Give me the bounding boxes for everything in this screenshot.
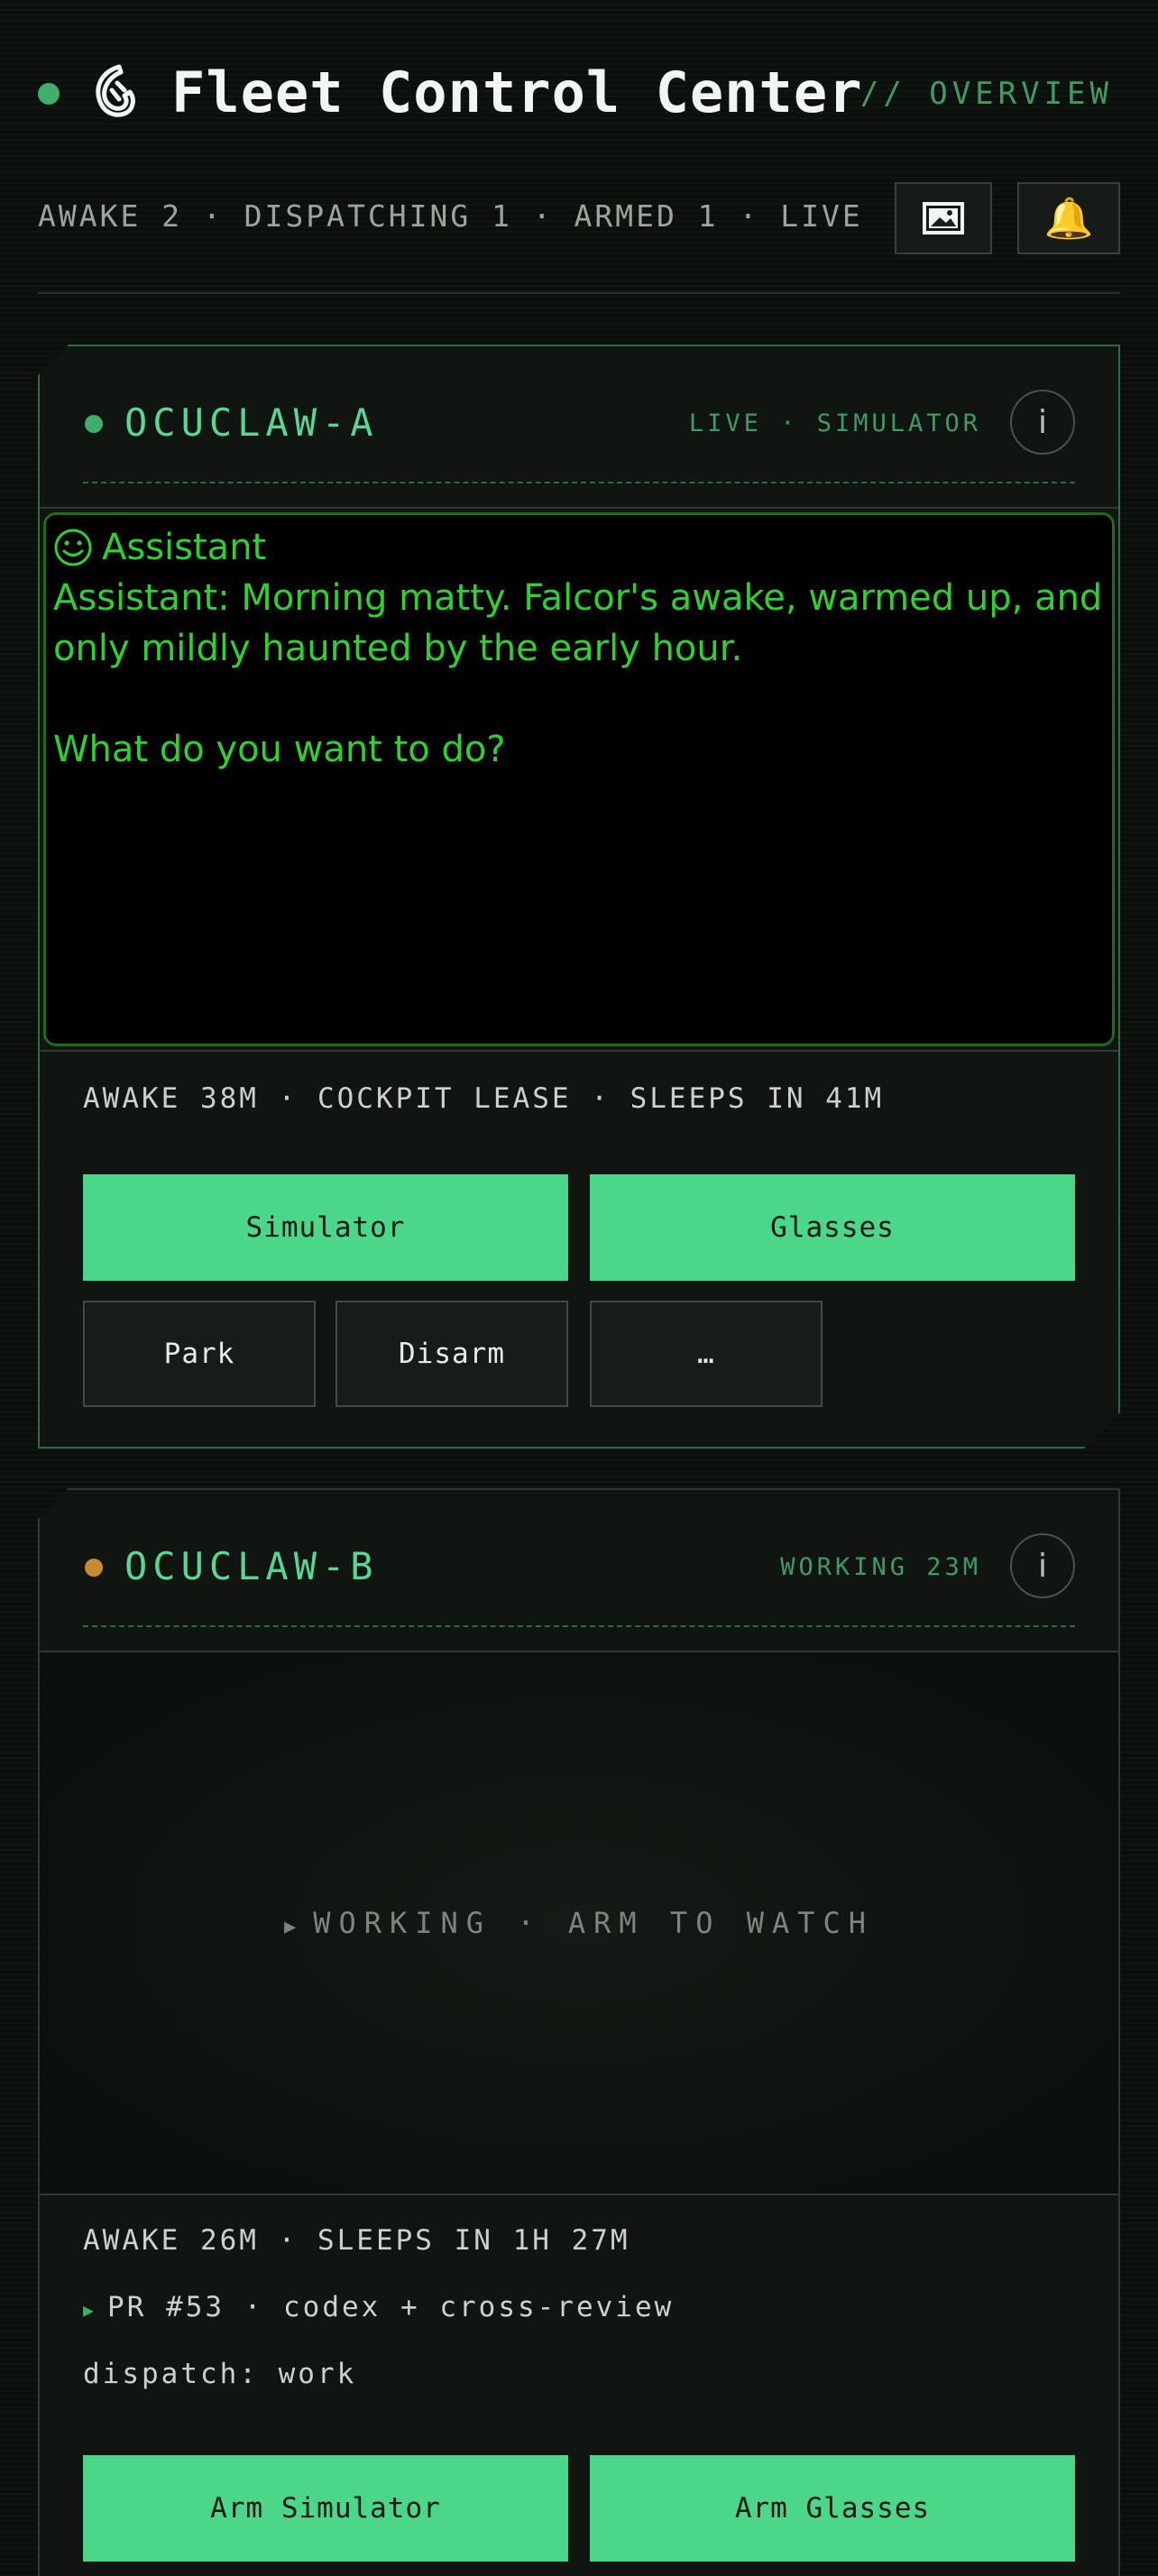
- device-status-meta: LIVE · SIMULATOR: [688, 409, 981, 437]
- idle-screen-placeholder: ▶ WORKING · ARM TO WATCH: [40, 1652, 1118, 2194]
- card-separator: [40, 1050, 1118, 1052]
- device-card-header: OCUCLAW-B WORKING 23M i: [83, 1490, 1075, 1627]
- page-title: Fleet Control Center: [171, 60, 863, 125]
- device-name: OCUCLAW-B: [124, 1544, 379, 1588]
- idle-message: ▶ WORKING · ARM TO WATCH: [283, 1906, 875, 1940]
- fleet-status-bar: AWAKE 2 · DISPATCHING 1 · ARMED 1 · LIVE…: [38, 180, 1120, 256]
- device-status-dot: [85, 1559, 103, 1577]
- card-separator: [40, 507, 1118, 509]
- park-button[interactable]: Park: [83, 1301, 316, 1407]
- card-separator: [40, 2194, 1118, 2195]
- current-task: ▶ PR #53 · codex + cross-review: [83, 2291, 675, 2323]
- connection-status-dot: [38, 83, 60, 105]
- app-header: Fleet Control Center // OVERVIEW: [38, 56, 1120, 132]
- simulator-button[interactable]: Simulator: [83, 1174, 568, 1281]
- screen-header-label: Assistant: [102, 527, 267, 568]
- screen-message-line: Assistant: Morning matty. Falcor's awake…: [53, 577, 1115, 669]
- more-options-button[interactable]: …: [590, 1301, 823, 1407]
- disarm-button[interactable]: Disarm: [335, 1301, 568, 1407]
- smiley-icon: [53, 528, 93, 567]
- screen-message-line: [53, 674, 1105, 724]
- device-session-info: AWAKE 38M · COCKPIT LEASE · SLEEPS IN 41…: [83, 1082, 885, 1115]
- arm-simulator-button[interactable]: Arm Simulator: [83, 2455, 568, 2562]
- device-card-ocuclaw-a: OCUCLAW-A LIVE · SIMULATOR i Assistant A…: [38, 345, 1120, 1449]
- fleet-status-summary: AWAKE 2 · DISPATCHING 1 · ARMED 1 · LIVE: [38, 198, 863, 234]
- device-name: OCUCLAW-A: [124, 400, 379, 445]
- simulator-screen[interactable]: Assistant Assistant: Morning matty. Falc…: [43, 512, 1115, 1046]
- device-info-button[interactable]: i: [1010, 1533, 1075, 1598]
- device-session-info: AWAKE 26M · SLEEPS IN 1H 27M: [83, 2224, 630, 2257]
- play-arrow-icon: ▶: [83, 2299, 97, 2321]
- device-info-button[interactable]: i: [1010, 390, 1075, 455]
- bell-icon: 🔔: [1043, 196, 1094, 242]
- dispatch-mode: dispatch: work: [83, 2358, 357, 2390]
- claw-logo-icon: [96, 64, 135, 117]
- device-status-dot: [85, 415, 103, 433]
- device-status-meta: WORKING 23M: [780, 1553, 981, 1581]
- header-divider: [38, 292, 1120, 294]
- glasses-button[interactable]: Glasses: [590, 1174, 1075, 1281]
- arm-glasses-button[interactable]: Arm Glasses: [590, 2455, 1075, 2562]
- gallery-button[interactable]: [895, 182, 992, 254]
- screen-header: Assistant: [53, 522, 1105, 573]
- screen-message-line: What do you want to do?: [53, 729, 506, 770]
- play-arrow-icon: ▶: [283, 1916, 305, 1938]
- gallery-icon: [923, 202, 964, 235]
- device-card-ocuclaw-b: OCUCLAW-B WORKING 23M i ▶ WORKING · ARM T…: [38, 1488, 1120, 2576]
- device-card-header: OCUCLAW-A LIVE · SIMULATOR i: [83, 346, 1075, 483]
- page-subtitle: // OVERVIEW: [859, 76, 1113, 112]
- notifications-button[interactable]: 🔔: [1017, 182, 1120, 254]
